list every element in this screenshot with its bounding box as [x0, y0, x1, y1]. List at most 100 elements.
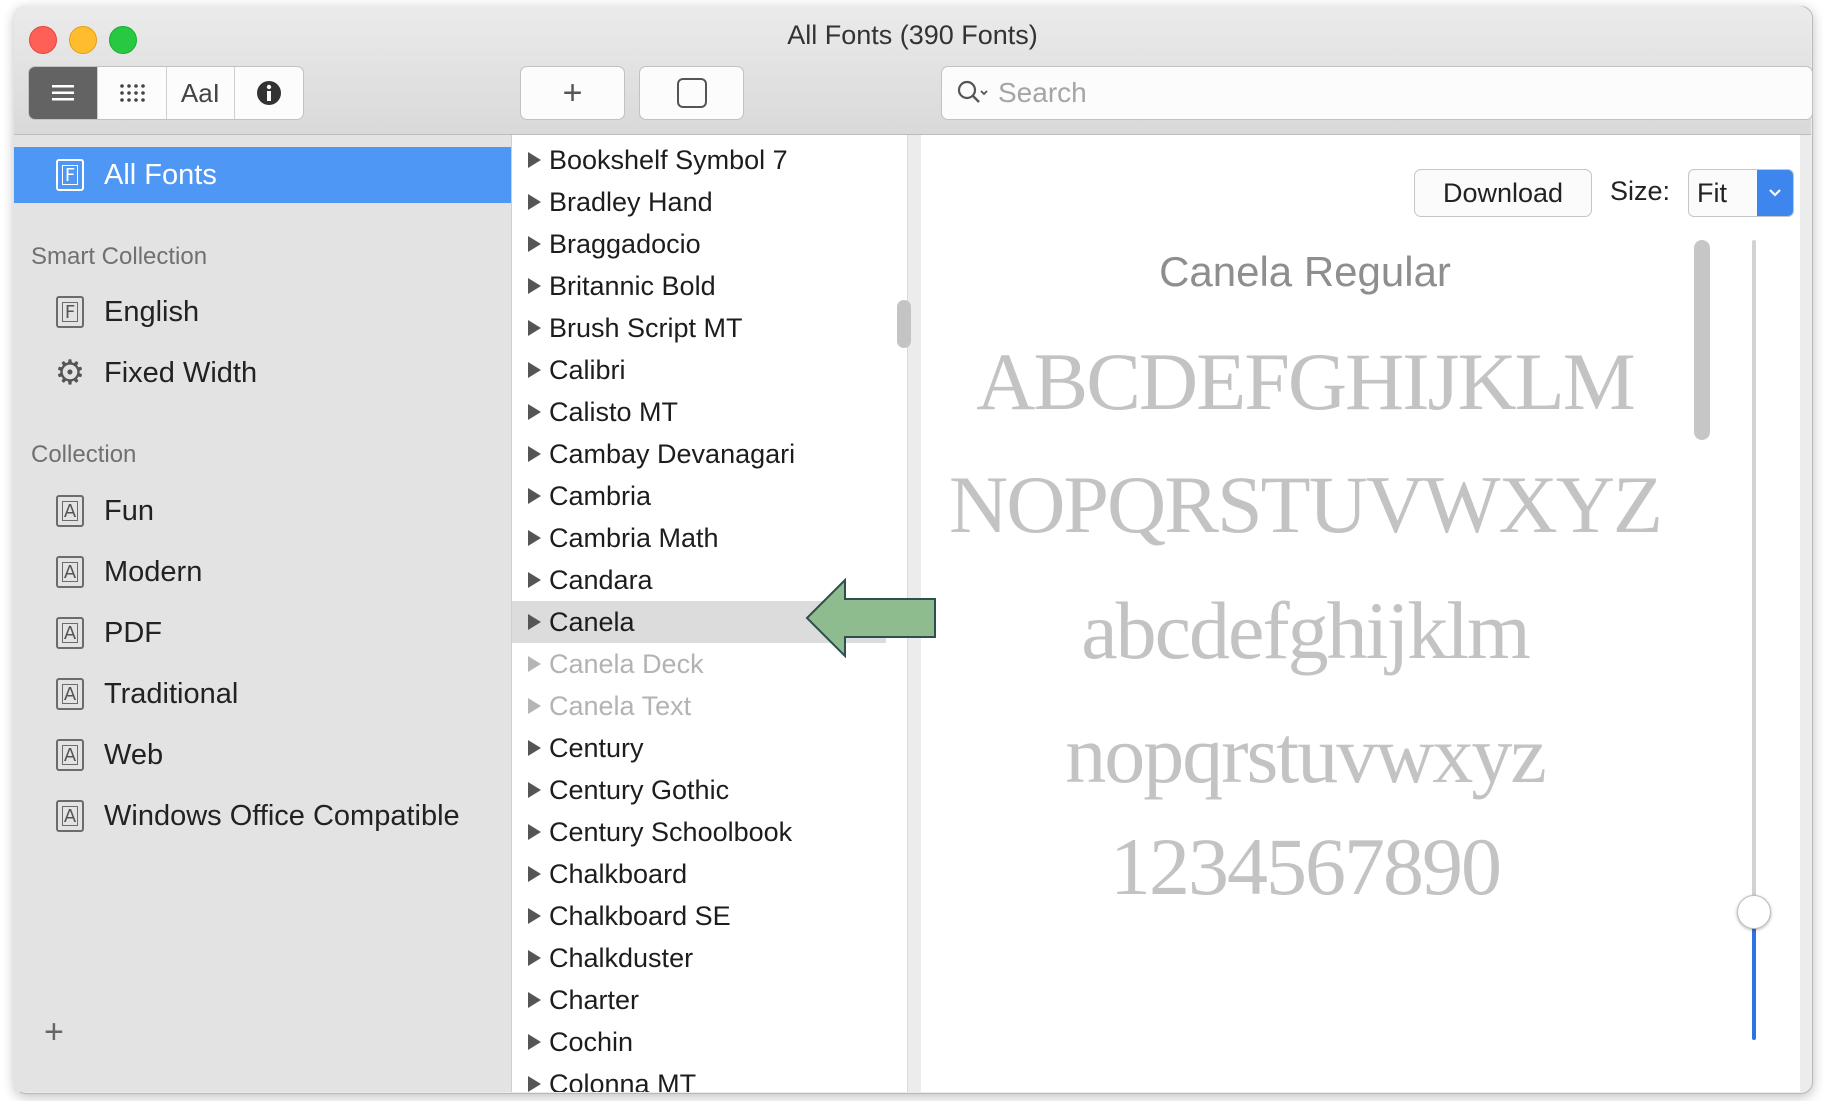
font-list-item[interactable]: Bradley Hand [512, 181, 886, 223]
font-list-item[interactable]: Bookshelf Symbol 7 [512, 139, 886, 181]
font-list-item-label: Chalkboard SE [549, 900, 731, 931]
font-list-item-label: Bradley Hand [549, 186, 713, 217]
font-list-item[interactable]: Century Schoolbook [512, 811, 886, 853]
disclosure-triangle-icon[interactable] [528, 320, 541, 336]
font-list-item[interactable]: Cambria Math [512, 517, 886, 559]
sample-view-button[interactable]: AaI [167, 67, 236, 119]
font-collection-icon: F [56, 159, 84, 191]
sidebar-item-web[interactable]: A Web [14, 727, 511, 783]
font-info-button[interactable] [235, 67, 303, 119]
collection-icon: A [56, 739, 84, 771]
title-bar: All Fonts (390 Fonts) AaI + Search [14, 6, 1813, 135]
preview-sample-line: nopqrstuvwxyz [1065, 709, 1547, 800]
font-list-item[interactable]: Canela Text [512, 685, 886, 727]
size-select[interactable]: Fit [1688, 169, 1794, 217]
font-list-item-label: Brush Script MT [549, 312, 743, 343]
disclosure-triangle-icon[interactable] [528, 446, 541, 462]
disclosure-triangle-icon[interactable] [528, 866, 541, 882]
size-slider-fill [1752, 912, 1756, 1040]
preview-sample-line: ABCDEFGHIJKLM [976, 336, 1635, 427]
disclosure-triangle-icon[interactable] [528, 488, 541, 504]
disclosure-triangle-icon[interactable] [528, 572, 541, 588]
font-list-scrollbar[interactable] [897, 300, 911, 348]
grid-view-icon [119, 84, 145, 102]
font-list-item[interactable]: Cambay Devanagari [512, 433, 886, 475]
disclosure-triangle-icon[interactable] [528, 404, 541, 420]
disclosure-triangle-icon[interactable] [528, 656, 541, 672]
preview-scrollbar[interactable] [1694, 240, 1710, 440]
disclosure-triangle-icon[interactable] [528, 740, 541, 756]
disclosure-triangle-icon[interactable] [528, 530, 541, 546]
disclosure-triangle-icon[interactable] [528, 362, 541, 378]
search-input[interactable] [996, 76, 1780, 110]
grid-view-button[interactable] [98, 67, 167, 119]
search-field[interactable] [941, 66, 1813, 120]
preview-font-title: Canela Regular [1159, 248, 1451, 295]
font-list-item-label: Candara [549, 564, 653, 595]
font-list-item[interactable]: Century Gothic [512, 769, 886, 811]
disclosure-triangle-icon[interactable] [528, 1034, 541, 1050]
preview-window-button[interactable] [639, 66, 744, 120]
font-list-item[interactable]: Chalkduster [512, 937, 886, 979]
font-list-item[interactable]: Colonna MT [512, 1063, 886, 1092]
font-list-item-label: Cambay Devanagari [549, 438, 796, 469]
sidebar-item-label: Fun [104, 494, 154, 527]
font-list-item[interactable]: Calibri [512, 349, 886, 391]
add-fonts-button[interactable]: + [520, 66, 625, 120]
sidebar-item-windows-office-compatible[interactable]: A Windows Office Compatible [14, 788, 511, 844]
disclosure-triangle-icon[interactable] [528, 950, 541, 966]
disclosure-triangle-icon[interactable] [528, 992, 541, 1008]
disclosure-triangle-icon[interactable] [528, 278, 541, 294]
smart-collection-header: Smart Collection [31, 243, 208, 270]
font-list-item[interactable]: Brush Script MT [512, 307, 886, 349]
sidebar-item-label: Windows Office Compatible [104, 799, 460, 832]
font-list-item-label: Charter [549, 984, 640, 1015]
list-view-button[interactable] [29, 67, 98, 119]
font-list-item-label: Century Gothic [549, 774, 730, 805]
size-select-value: Fit [1697, 178, 1727, 208]
disclosure-triangle-icon[interactable] [528, 236, 541, 252]
sidebar-item-label: Fixed Width [104, 356, 258, 389]
font-list-item[interactable]: Chalkboard SE [512, 895, 886, 937]
plus-icon: + [562, 73, 583, 112]
font-list-item[interactable]: Cochin [512, 1021, 886, 1063]
sidebar-item-modern[interactable]: A Modern [14, 544, 511, 600]
font-list-item-label: Colonna MT [549, 1068, 697, 1093]
disclosure-triangle-icon[interactable] [528, 152, 541, 168]
font-list-item-label: Canela Text [549, 690, 692, 721]
sidebar-item-fun[interactable]: A Fun [14, 483, 511, 539]
collection-icon: A [56, 556, 84, 588]
sidebar-item-all-fonts[interactable]: F All Fonts [14, 147, 511, 203]
sidebar-item-label: Traditional [104, 677, 239, 710]
sidebar-item-english[interactable]: F English [14, 284, 511, 340]
font-list-item[interactable]: Calisto MT [512, 391, 886, 433]
add-collection-button[interactable]: + [44, 1013, 64, 1052]
sidebar-item-traditional[interactable]: A Traditional [14, 666, 511, 722]
sidebar-item-pdf[interactable]: A PDF [14, 605, 511, 661]
preview-sample-line: NOPQRSTUVWXYZ [949, 459, 1663, 550]
disclosure-triangle-icon[interactable] [528, 698, 541, 714]
size-slider-knob[interactable] [1737, 895, 1771, 929]
font-list-item-label: Calisto MT [549, 396, 679, 427]
disclosure-triangle-icon[interactable] [528, 1076, 541, 1092]
sidebar-item-label: Modern [104, 555, 203, 588]
disclosure-triangle-icon[interactable] [528, 194, 541, 210]
view-mode-segmented-control: AaI [28, 66, 304, 120]
font-list-item-label: Cambria Math [549, 522, 719, 553]
font-list-item[interactable]: Braggadocio [512, 223, 886, 265]
disclosure-triangle-icon[interactable] [528, 908, 541, 924]
font-list-item-label: Chalkboard [549, 858, 688, 889]
window-icon [676, 78, 707, 108]
download-button[interactable]: Download [1414, 169, 1592, 217]
sidebar-item-fixed-width[interactable]: ⚙ Fixed Width [14, 345, 511, 401]
font-list-item[interactable]: Century [512, 727, 886, 769]
disclosure-triangle-icon[interactable] [528, 782, 541, 798]
font-list-item[interactable]: Britannic Bold [512, 265, 886, 307]
font-list-item[interactable]: Chalkboard [512, 853, 886, 895]
font-list-item[interactable]: Charter [512, 979, 886, 1021]
disclosure-triangle-icon[interactable] [528, 614, 541, 630]
preview-sample-line: abcdefghijklm [1081, 585, 1531, 676]
disclosure-triangle-icon[interactable] [528, 824, 541, 840]
font-list-item[interactable]: Cambria [512, 475, 886, 517]
font-list-item-label: Century [549, 732, 644, 763]
